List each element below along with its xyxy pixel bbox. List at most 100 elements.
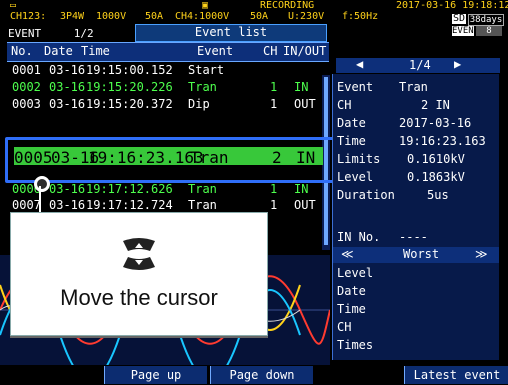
battery-icon: ▭	[10, 0, 17, 11]
row-io: OUT	[294, 97, 316, 111]
time-label: Time	[337, 134, 366, 148]
current-mark: CH4:1000V	[175, 11, 230, 22]
freq-value: f:50Hz	[342, 11, 379, 22]
tab-left[interactable]: EVENT 1/2	[8, 27, 140, 40]
row-ch: 2	[272, 148, 282, 167]
row-event: Dip	[188, 97, 210, 111]
list-item[interactable]: 0002 03-16 19:15:20.226 Tran 1 IN	[12, 79, 327, 95]
times-label: Times	[337, 338, 374, 352]
row-event: Tran	[188, 182, 217, 196]
header-no: No.	[11, 44, 33, 58]
level2-label: Level	[337, 266, 374, 280]
event-indicator-label: EVENT	[452, 26, 480, 36]
recording-text: RECORDING	[260, 0, 315, 11]
row-ch: 1	[270, 198, 278, 212]
duration-value: 5us	[427, 188, 449, 202]
row-date: 03-16	[49, 198, 86, 212]
list-item[interactable]: 0007 03-16 19:17:12.724 Tran 1 OUT	[12, 197, 327, 213]
row-io: IN	[294, 80, 309, 94]
limits-value: 0.1610kV	[407, 152, 465, 166]
header-ch: CH	[263, 44, 278, 58]
page-down-button[interactable]: Page down	[210, 366, 313, 384]
wiring-value: 3P4W	[60, 11, 85, 22]
worst-next-icon[interactable]: ≫	[475, 247, 488, 261]
tab-left-title: EVENT	[8, 27, 42, 40]
header-io: IN/OUT	[283, 44, 327, 58]
move-cursor-label: Move the cursor	[60, 285, 218, 310]
header-time: Time	[81, 44, 110, 58]
level-label: Level	[337, 170, 374, 184]
row-no: 0003	[12, 97, 41, 111]
row-no: 0002	[12, 80, 41, 94]
list-item[interactable]: 0003 03-16 19:15:20.372 Dip 1 OUT	[12, 96, 327, 112]
limits-label: Limits	[337, 152, 381, 166]
date-label: Date	[337, 116, 366, 130]
row-no: 0005	[14, 148, 53, 167]
row-date: 03-16	[49, 182, 86, 196]
screen: ▭ ▣ RECORDING 2017-03-16 19:18:12 CH123:…	[0, 0, 508, 385]
row-event: Tran	[188, 198, 217, 212]
level-value: 0.1863kV	[407, 170, 465, 184]
row-event: Tran	[188, 80, 217, 94]
event-count: 8	[476, 26, 502, 36]
event-list-header: No. Date Time Event CH IN/OUT	[7, 42, 329, 62]
date-value: 2017-03-16	[399, 116, 472, 130]
ch-value: 2 IN	[421, 98, 450, 112]
row-date: 03-16	[49, 97, 86, 111]
u-value: U:230V	[288, 11, 325, 22]
channel-label: CH123:	[10, 11, 47, 22]
latest-event-button[interactable]: Latest event	[404, 366, 508, 384]
datetime: 2017-03-16 19:18:12	[396, 0, 508, 11]
sd-label: SD	[452, 13, 466, 24]
in-no-value: ----	[399, 230, 428, 244]
header-date: Date	[44, 44, 73, 58]
move-cursor-hint: Move the cursor	[10, 212, 268, 336]
current-value: 50A	[145, 11, 164, 22]
ch-label: CH	[337, 98, 352, 112]
time-value: 19:16:23.163	[399, 134, 486, 148]
current-value-2: 50A	[250, 11, 269, 22]
page-prev-icon[interactable]: ◀	[356, 57, 363, 71]
worst-nav[interactable]: ≪ Worst ≫	[333, 247, 499, 263]
detail-page-nav[interactable]: ◀ 1/4 ▶	[336, 57, 500, 73]
tab-left-page: 1/2	[73, 27, 94, 40]
row-event: Start	[188, 63, 225, 77]
row-date: 03-16	[49, 80, 86, 94]
worst-prev-icon[interactable]: ≪	[341, 247, 354, 261]
tab-event-list[interactable]: Event list	[135, 24, 327, 42]
row-time: 19:15:20.226	[86, 80, 173, 94]
row-event: Tran	[190, 148, 229, 167]
row-io: IN	[294, 182, 309, 196]
list-item[interactable]: 0001 03-16 19:15:00.152 Start	[12, 62, 327, 78]
page-up-button[interactable]: Page up	[104, 366, 207, 384]
row-time: 19:17:12.626	[86, 182, 173, 196]
event-value: Tran	[399, 80, 428, 94]
row-no: 0007	[12, 198, 41, 212]
row-no: 0001	[12, 63, 41, 77]
row-ch: 1	[270, 182, 278, 196]
row-io: IN	[296, 148, 316, 167]
cursor-anchor-dot	[34, 176, 50, 192]
row-ch: 1	[270, 97, 278, 111]
in-no-label: IN No.	[337, 230, 381, 244]
list-item[interactable]: 0006 03-16 19:17:12.626 Tran 1 IN	[12, 181, 327, 197]
worst-label: Worst	[403, 247, 440, 261]
header-event: Event	[197, 44, 234, 58]
time2-label: Time	[337, 302, 366, 316]
event-detail-panel: Event Tran CH 2 IN Date 2017-03-16 Time …	[332, 74, 499, 360]
voltage-value: 1000V	[96, 11, 127, 22]
storage-indicator: SD 38days EVENT 8	[452, 14, 504, 38]
selected-list-item[interactable]: 0005 03-16 19:16:23.163 Tran 2 IN	[14, 147, 323, 167]
row-ch: 1	[270, 80, 278, 94]
date2-label: Date	[337, 284, 366, 298]
page-next-icon[interactable]: ▶	[454, 57, 461, 71]
detail-page: 1/4	[409, 58, 431, 72]
row-time: 19:15:20.372	[86, 97, 173, 111]
row-time: 19:17:12.724	[86, 198, 173, 212]
row-time: 19:15:00.152	[86, 63, 173, 77]
ch2-label: CH	[337, 320, 352, 334]
event-label: Event	[337, 80, 374, 94]
recording-icon: ▣	[202, 0, 209, 11]
row-io: OUT	[294, 198, 316, 212]
row-time: 19:16:23.163	[88, 148, 204, 167]
